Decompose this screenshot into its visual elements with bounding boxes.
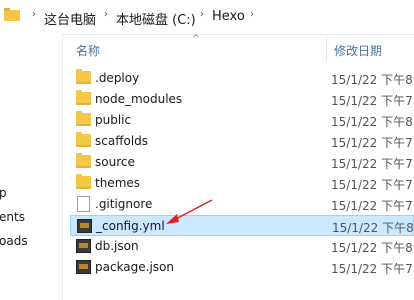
column-divider[interactable]: [326, 36, 327, 62]
chevron-right-icon[interactable]: ›: [200, 9, 204, 20]
chevron-right-icon[interactable]: ›: [250, 9, 254, 20]
file-row[interactable]: scaffolds 15/1/22 下午7: [70, 131, 414, 152]
file-icon: [77, 196, 90, 212]
chevron-right-icon[interactable]: ›: [104, 9, 108, 20]
file-row[interactable]: .gitignore 15/1/22 下午7: [70, 194, 414, 215]
file-name: node_modules: [95, 92, 183, 106]
file-date: 15/1/22 下午7: [331, 199, 413, 213]
file-date: 15/1/22 下午8: [331, 73, 413, 87]
breadcrumb-this-pc[interactable]: 这台电脑: [44, 9, 96, 28]
file-name: .gitignore: [95, 197, 153, 211]
file-date: 15/1/22 下午7: [331, 157, 413, 171]
folder-icon: [76, 111, 91, 126]
nav-item-documents[interactable]: ents: [0, 210, 25, 224]
json-file-icon: [76, 239, 91, 253]
file-name: db.json: [95, 239, 139, 253]
file-date: 15/1/22 下午7: [331, 136, 413, 150]
file-row-selected[interactable]: _config.yml 15/1/22 下午8: [70, 215, 414, 236]
column-header-name[interactable]: 名称: [76, 42, 100, 59]
folder-icon: [76, 174, 91, 189]
file-row[interactable]: public 15/1/22 下午8: [70, 110, 414, 131]
file-name: package.json: [95, 260, 175, 274]
file-date: 15/1/22 下午7: [331, 94, 413, 108]
file-row[interactable]: .deploy 15/1/22 下午8: [70, 68, 414, 89]
nav-item-downloads[interactable]: oads: [0, 234, 28, 248]
file-row[interactable]: package.json 15/1/22 下午7: [70, 257, 414, 278]
file-name: _config.yml: [96, 219, 165, 233]
file-date: 15/1/22 下午8: [331, 115, 413, 129]
breadcrumb-hexo[interactable]: Hexo: [212, 9, 245, 24]
navigation-pane[interactable]: p ents oads: [0, 34, 63, 300]
file-name: source: [95, 155, 135, 169]
config-file-icon: [77, 219, 92, 233]
json-file-icon: [76, 260, 91, 274]
file-date: 15/1/22 下午8: [331, 241, 413, 255]
sort-ascending-icon: ^: [192, 34, 200, 44]
nav-item-desktop[interactable]: p: [0, 186, 7, 200]
folder-icon: [76, 132, 91, 147]
folder-icon: [76, 153, 91, 168]
file-name: scaffolds: [95, 134, 149, 148]
folder-icon: [76, 69, 91, 84]
chevron-right-icon[interactable]: ›: [32, 9, 36, 20]
folder-icon: [4, 8, 20, 21]
file-name: themes: [95, 176, 141, 190]
address-bar[interactable]: › 这台电脑 › 本地磁盘 (C:) › Hexo ›: [0, 0, 414, 35]
file-date: 15/1/22 下午7: [331, 262, 413, 276]
file-name: .deploy: [95, 71, 140, 85]
file-date: 15/1/22 下午8: [332, 221, 414, 235]
column-header-modified[interactable]: 修改日期: [334, 42, 382, 59]
file-row[interactable]: themes 15/1/22 下午7: [70, 173, 414, 194]
breadcrumb-local-disk[interactable]: 本地磁盘 (C:): [116, 9, 196, 28]
file-row[interactable]: node_modules 15/1/22 下午7: [70, 89, 414, 110]
folder-icon: [76, 90, 91, 105]
file-name: public: [95, 113, 132, 127]
file-date: 15/1/22 下午7: [331, 178, 413, 192]
file-row[interactable]: source 15/1/22 下午7: [70, 152, 414, 173]
file-row[interactable]: db.json 15/1/22 下午8: [70, 236, 414, 257]
